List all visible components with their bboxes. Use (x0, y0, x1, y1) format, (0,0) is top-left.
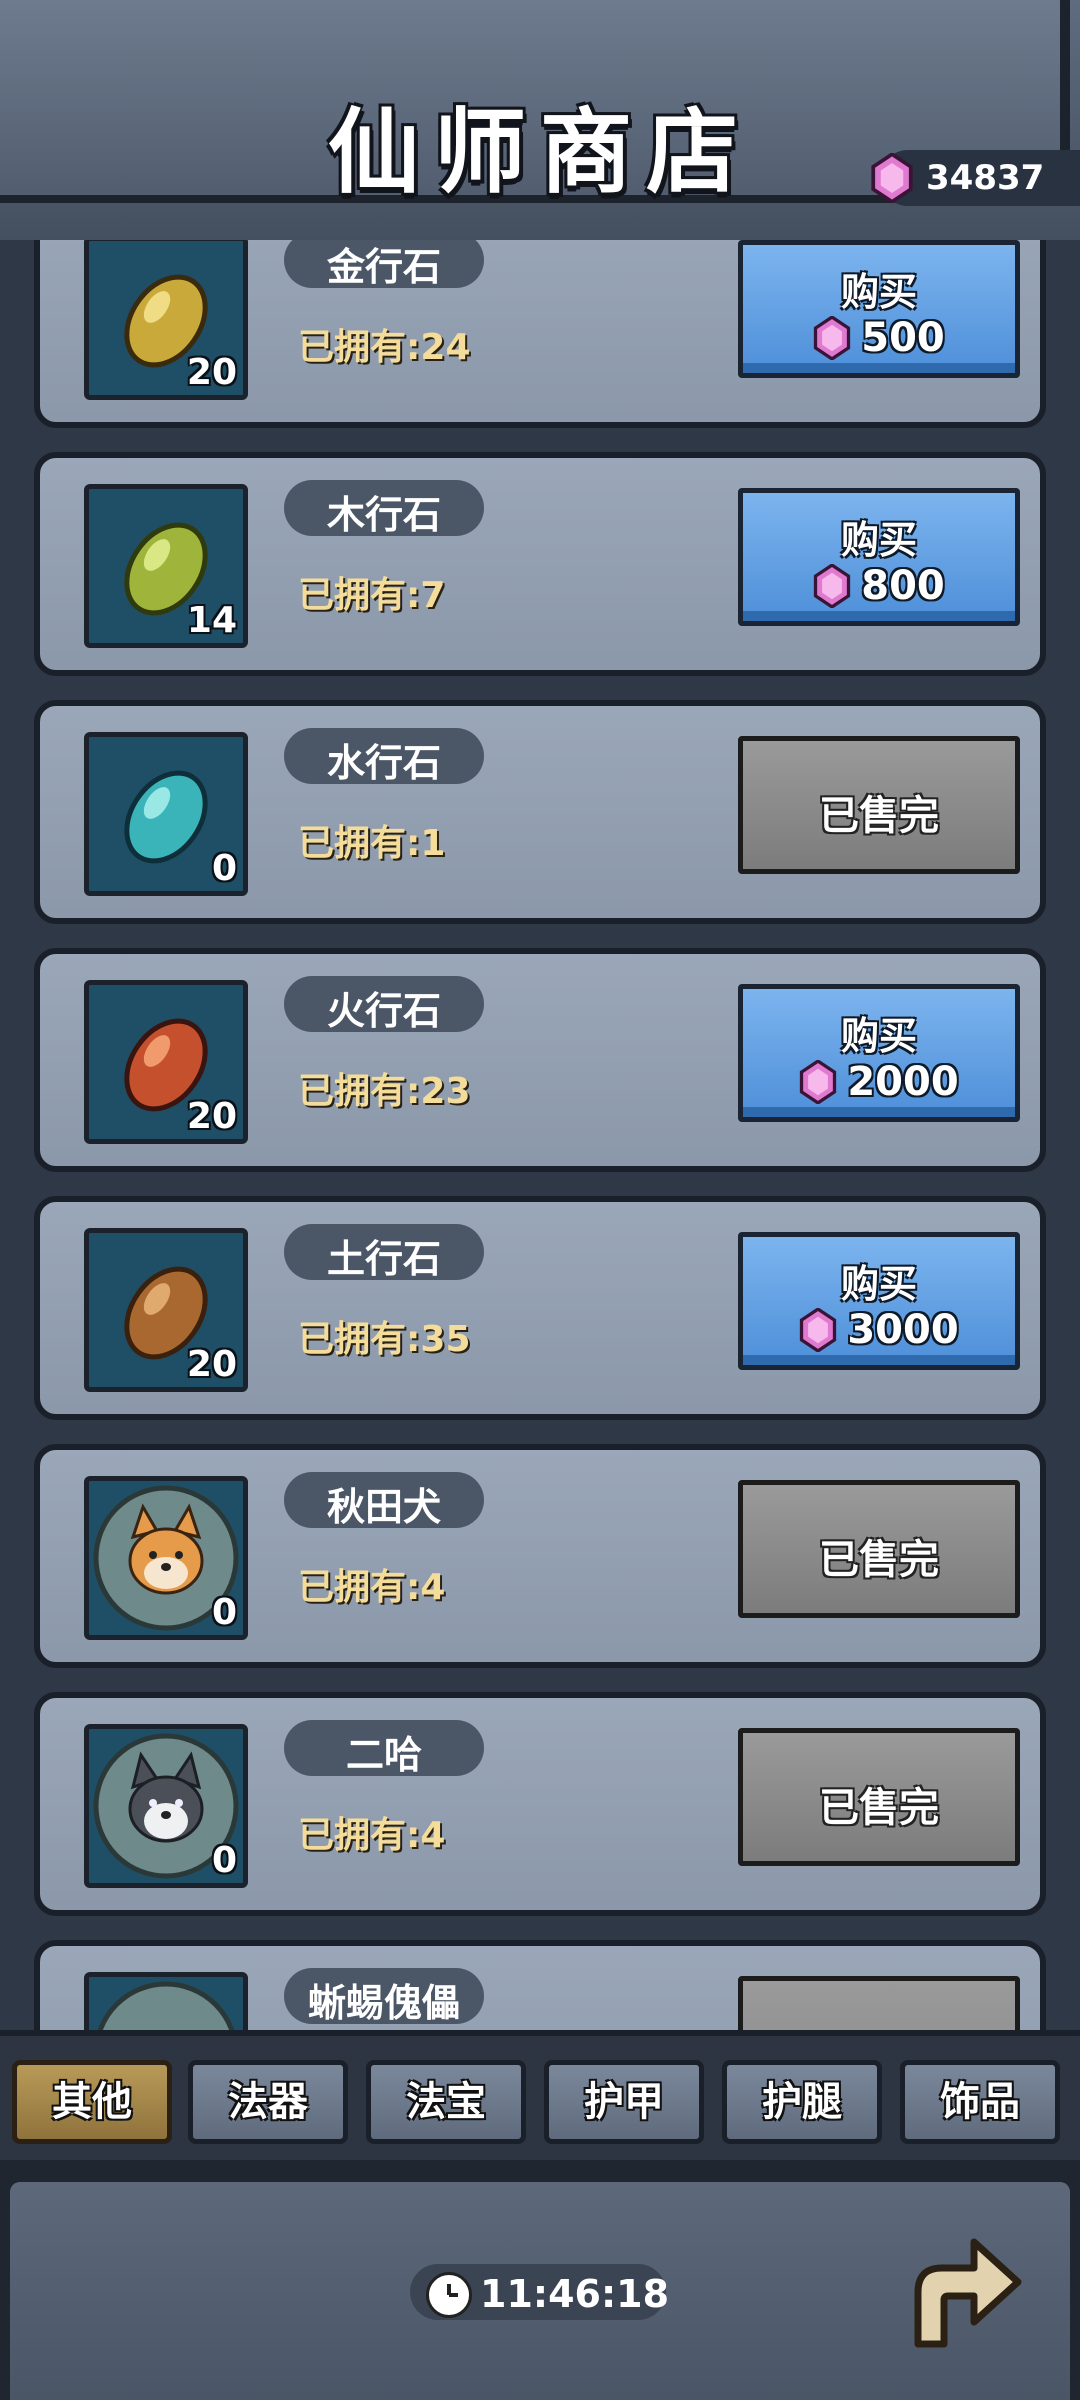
item-name: 水行石 (326, 741, 441, 785)
gem-icon (814, 564, 851, 608)
item-owned: 已拥有:24 (298, 327, 471, 368)
item-owned: 已拥有:7 (298, 575, 446, 616)
shop-item-card: 0 水行石 已拥有:1 已售完 (34, 700, 1046, 924)
item-owned: 已拥有:4 (298, 1815, 446, 1856)
gem-icon (814, 316, 851, 360)
item-icon-frame: 0 (84, 1724, 248, 1888)
item-name: 秋田犬 (326, 1485, 441, 1529)
item-owned: 已拥有:1 (298, 823, 446, 864)
sold-out-label: 已售完 (819, 1785, 939, 1831)
item-owned: 已拥有:23 (298, 1071, 471, 1112)
tab-armor[interactable]: 护甲 (544, 2060, 704, 2144)
item-icon-frame: 0 (84, 1476, 248, 1640)
shop-item-card: 20 土行石 已拥有:35 购买 3000 (34, 1196, 1046, 1420)
buy-button[interactable]: 购买 3000 (738, 1232, 1020, 1370)
gem-icon (871, 153, 913, 203)
tab-magic-tool[interactable]: 法器 (188, 2060, 348, 2144)
price-value: 800 (861, 563, 945, 609)
item-icon-frame: 20 (84, 1228, 248, 1392)
shop-item-card: 20 金行石 已拥有:24 购买 500 (34, 240, 1046, 428)
item-name: 金行石 (326, 245, 441, 289)
buy-button-label: 购买 (840, 1014, 917, 1058)
price-value: 3000 (847, 1307, 959, 1353)
item-count: 20 (186, 1096, 237, 1137)
clock-icon (426, 2272, 472, 2318)
item-icon-frame: 0 (84, 732, 248, 896)
timer-text: 11:46:18 (480, 2272, 670, 2316)
item-count: 20 (186, 1344, 237, 1385)
item-button (738, 1976, 1020, 2030)
item-count: 0 (211, 1840, 237, 1881)
back-arrow-icon[interactable] (890, 2222, 1030, 2362)
shop-header: 仙师商店 34837 (0, 0, 1080, 250)
item-name: 土行石 (326, 1237, 441, 1281)
buy-button-label: 购买 (840, 1262, 917, 1306)
item-owned: 已拥有:35 (298, 1319, 471, 1360)
buy-button[interactable]: 购买 500 (738, 240, 1020, 378)
buy-button[interactable]: 购买 800 (738, 488, 1020, 626)
shop-item-card: 蜥蜴傀儡 (34, 1940, 1046, 2030)
shop-item-card: 20 火行石 已拥有:23 购买 2000 (34, 948, 1046, 1172)
sold-out-button: 已售完 (738, 1480, 1020, 1618)
currency-value: 34837 (926, 158, 1045, 198)
shop-item-card: 0 秋田犬 已拥有:4 已售完 (34, 1444, 1046, 1668)
buy-price: 500 (743, 315, 1015, 361)
item-icon-frame (84, 1972, 248, 2030)
shop-item-list[interactable]: 20 金行石 已拥有:24 购买 500 14 木行石 已拥有:7 购买 800… (0, 240, 1080, 2030)
item-name: 木行石 (326, 493, 441, 537)
footer: 11:46:18 (0, 2160, 1080, 2400)
price-value: 2000 (847, 1059, 959, 1105)
item-name: 火行石 (326, 989, 441, 1033)
tab-leggings[interactable]: 护腿 (722, 2060, 882, 2144)
shop-item-card: 0 二哈 已拥有:4 已售完 (34, 1692, 1046, 1916)
lizard-puppet-icon (97, 1981, 235, 2030)
buy-button[interactable]: 购买 2000 (738, 984, 1020, 1122)
item-name: 二哈 (345, 1733, 422, 1777)
gem-icon (800, 1060, 837, 1104)
category-tab-bar: 其他 法器 法宝 护甲 护腿 饰品 (0, 2030, 1080, 2166)
sold-out-label: 已售完 (819, 793, 939, 839)
gem-icon (800, 1308, 837, 1352)
buy-price: 3000 (743, 1307, 1015, 1353)
item-name: 蜥蜴傀儡 (307, 1981, 460, 2025)
price-value: 500 (861, 315, 945, 361)
item-owned: 已拥有:4 (298, 1567, 446, 1608)
item-icon-frame: 14 (84, 484, 248, 648)
item-icon-frame: 20 (84, 980, 248, 1144)
item-count: 20 (186, 352, 237, 393)
refresh-timer: 11:46:18 (410, 2264, 670, 2320)
sold-out-button: 已售完 (738, 736, 1020, 874)
tab-other[interactable]: 其他 (12, 2060, 172, 2144)
item-count: 0 (211, 1592, 237, 1633)
tab-accessory[interactable]: 饰品 (900, 2060, 1060, 2144)
item-count: 14 (186, 600, 237, 641)
buy-price: 800 (743, 563, 1015, 609)
sold-out-button: 已售完 (738, 1728, 1020, 1866)
buy-button-label: 购买 (840, 270, 917, 314)
sold-out-label: 已售完 (819, 1537, 939, 1583)
buy-button-label: 购买 (840, 518, 917, 562)
item-count: 0 (211, 848, 237, 889)
tab-treasure[interactable]: 法宝 (366, 2060, 526, 2144)
item-icon-frame: 20 (84, 240, 248, 400)
buy-price: 2000 (743, 1059, 1015, 1105)
shop-item-card: 14 木行石 已拥有:7 购买 800 (34, 452, 1046, 676)
currency-display: 34837 (871, 150, 1080, 206)
